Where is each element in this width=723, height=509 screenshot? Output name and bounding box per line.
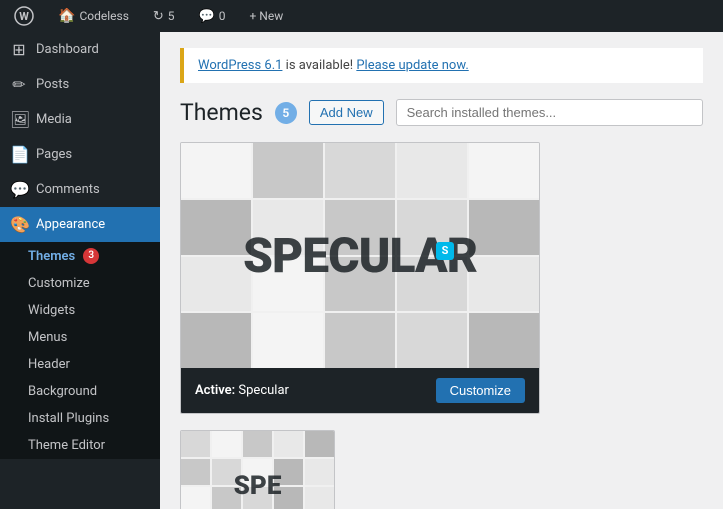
sidebar-item-install-plugins[interactable]: Install Plugins [0, 405, 160, 432]
sidebar-item-appearance[interactable]: 🎨 Appearance [0, 207, 160, 242]
mosaic-grid [181, 143, 539, 368]
notice-text: is available! [282, 58, 356, 73]
sidebar-item-comments[interactable]: 💬 Comments [0, 172, 160, 207]
sidebar-item-posts[interactable]: ✏ Posts [0, 67, 160, 102]
svg-text:W: W [19, 10, 29, 23]
comments-sidebar-icon: 💬 [10, 180, 28, 199]
appearance-submenu: Themes 3 Customize Widgets Menus Header … [0, 242, 160, 459]
specular-s-badge: S [436, 242, 454, 260]
customize-button[interactable]: Customize [436, 378, 525, 403]
update-link-action[interactable]: Please update now. [356, 58, 468, 73]
add-new-button[interactable]: Add New [309, 100, 384, 125]
theme-screenshot-child: SPE [181, 431, 334, 509]
active-theme-label: Active: Specular [195, 383, 289, 398]
themes-badge: 3 [83, 248, 99, 264]
sidebar-item-dashboard[interactable]: ⊞ Dashboard [0, 32, 160, 67]
sidebar-item-customize[interactable]: Customize [0, 270, 160, 297]
comments-icon: 💬 [199, 9, 215, 24]
sidebar-item-theme-editor[interactable]: Theme Editor [0, 432, 160, 459]
sidebar-item-themes[interactable]: Themes 3 [0, 242, 160, 270]
adminbar-new[interactable]: + New [243, 0, 289, 32]
media-icon: 🖼 [10, 110, 28, 129]
update-notice: WordPress 6.1 is available! Please updat… [180, 48, 703, 83]
themes-header: Themes 5 Add New [180, 99, 703, 126]
theme-card-specular: SPECULAR S Active: Specular Customize [180, 142, 540, 414]
dashboard-icon: ⊞ [10, 40, 28, 59]
sidebar-item-pages[interactable]: 📄 Pages [0, 137, 160, 172]
adminbar-comments[interactable]: 💬 0 [193, 0, 232, 32]
adminbar-updates[interactable]: ↻ 5 [147, 0, 181, 32]
posts-icon: ✏ [10, 75, 28, 94]
sidebar-item-media[interactable]: 🖼 Media [0, 102, 160, 137]
sidebar-item-background[interactable]: Background [0, 378, 160, 405]
sidebar: ⊞ Dashboard ✏ Posts 🖼 Media 📄 Pages 💬 Co… [0, 32, 160, 509]
main-layout: ⊞ Dashboard ✏ Posts 🖼 Media 📄 Pages 💬 Co… [0, 0, 723, 509]
themes-grid: SPECULAR S Active: Specular Customize [180, 142, 703, 509]
theme-screenshot-specular: SPECULAR S [181, 143, 539, 368]
mosaic-grid-child [181, 431, 334, 509]
update-link-version[interactable]: WordPress 6.1 [198, 58, 282, 73]
appearance-icon: 🎨 [10, 215, 28, 234]
theme-card-specular-child: SPE Specular Child [180, 430, 335, 509]
theme-footer-specular: Active: Specular Customize [181, 368, 539, 413]
updates-icon: ↻ [153, 9, 164, 24]
main-content: WordPress 6.1 is available! Please updat… [160, 32, 723, 509]
home-icon: 🏠 [58, 8, 75, 24]
page-title: Themes [180, 99, 263, 126]
themes-count-badge: 5 [275, 102, 297, 124]
sidebar-item-header[interactable]: Header [0, 351, 160, 378]
sidebar-item-menus[interactable]: Menus [0, 324, 160, 351]
pages-icon: 📄 [10, 145, 28, 164]
sidebar-item-widgets[interactable]: Widgets [0, 297, 160, 324]
wp-logo-icon: W [14, 6, 34, 26]
adminbar-wp-logo[interactable]: W [8, 0, 40, 32]
search-themes-input[interactable] [396, 99, 703, 126]
adminbar-site-name[interactable]: 🏠 Codeless [52, 0, 135, 32]
admin-bar: W 🏠 Codeless ↻ 5 💬 0 + New [0, 0, 723, 32]
